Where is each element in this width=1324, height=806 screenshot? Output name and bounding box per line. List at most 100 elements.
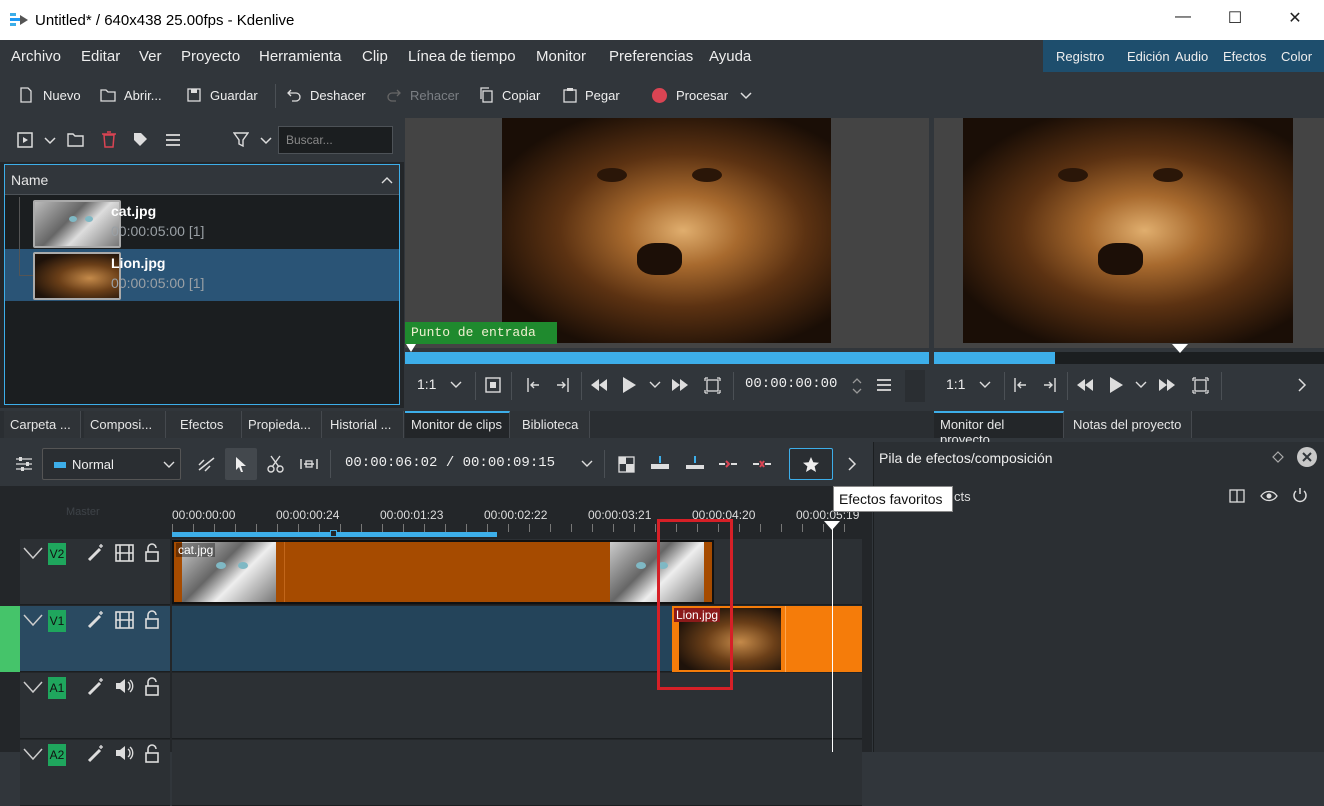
tab-propiedades[interactable]: Propieda...	[242, 411, 322, 438]
zoom-select[interactable]: 1:1	[946, 376, 965, 392]
bin-search-input[interactable]: Buscar...	[278, 126, 393, 154]
chevron-down-icon[interactable]	[259, 133, 273, 147]
deshacer-button[interactable]: Deshacer	[310, 88, 366, 103]
eye-icon[interactable]	[1260, 489, 1278, 503]
track-name[interactable]: V2	[48, 543, 66, 565]
playhead-marker[interactable]	[1172, 344, 1188, 353]
fullscreen-icon[interactable]	[704, 377, 721, 394]
layout-edicion[interactable]: Edición	[1127, 49, 1170, 64]
lock-icon[interactable]	[144, 744, 160, 763]
add-clip-icon[interactable]	[17, 132, 33, 148]
copiar-button[interactable]: Copiar	[502, 88, 540, 103]
favorite-effects-button[interactable]	[789, 448, 833, 480]
bin-item-cat[interactable]: cat.jpg 00:00:05:00 [1]	[5, 197, 399, 249]
minimize-button[interactable]: —	[1163, 8, 1203, 32]
master-header[interactable]: Master	[0, 486, 170, 538]
chevron-down-icon[interactable]	[649, 380, 661, 390]
render-icon[interactable]	[652, 88, 667, 103]
chevron-right-icon[interactable]	[847, 457, 857, 471]
maximize-button[interactable]: ☐	[1215, 8, 1255, 32]
film-icon[interactable]	[115, 544, 134, 562]
clip-timecode[interactable]: 00:00:00:00	[745, 376, 837, 392]
tab-notas-del-proyecto[interactable]: Notas del proyecto	[1064, 411, 1192, 438]
lift-icon[interactable]	[752, 457, 772, 471]
collapse-icon[interactable]	[22, 747, 44, 761]
lock-icon[interactable]	[144, 677, 160, 696]
lock-icon[interactable]	[144, 610, 160, 629]
playhead-marker[interactable]	[824, 521, 840, 530]
effects-wand-icon[interactable]	[86, 610, 106, 630]
procesar-button[interactable]: Procesar	[676, 88, 728, 103]
menu-archivo[interactable]: Archivo	[11, 48, 61, 65]
nuevo-button[interactable]: Nuevo	[43, 88, 81, 103]
speaker-icon[interactable]	[115, 744, 134, 762]
tab-monitor-de-clips[interactable]: Monitor de clips	[405, 411, 510, 438]
play-icon[interactable]	[1108, 376, 1124, 394]
timeline-playhead[interactable]	[832, 526, 833, 752]
float-panel-icon[interactable]	[1272, 451, 1284, 463]
chevron-down-icon[interactable]	[979, 380, 991, 390]
tag-icon[interactable]	[132, 131, 149, 148]
menu-preferencias[interactable]: Preferencias	[609, 48, 693, 65]
menu-icon[interactable]	[876, 378, 892, 392]
guardar-button[interactable]: Guardar	[210, 88, 258, 103]
chevron-right-icon[interactable]	[1297, 378, 1307, 392]
fast-forward-icon[interactable]	[1157, 377, 1177, 393]
zone-handle[interactable]	[330, 530, 337, 537]
menu-editar[interactable]: Editar	[81, 48, 120, 65]
menu-monitor[interactable]: Monitor	[536, 48, 586, 65]
layout-registro[interactable]: Registro	[1056, 49, 1104, 64]
fullscreen-icon[interactable]	[1192, 377, 1209, 394]
project-monitor[interactable]	[934, 118, 1324, 348]
close-button[interactable]: ✕	[1275, 8, 1315, 32]
compare-icon[interactable]	[1229, 488, 1245, 504]
spacer-tool-icon[interactable]	[197, 455, 217, 473]
track-name[interactable]: A1	[48, 677, 66, 699]
track-header-v1[interactable]: V1	[20, 606, 170, 672]
layout-efectos[interactable]: Efectos	[1223, 49, 1266, 64]
reset-icon[interactable]	[1292, 487, 1308, 504]
play-icon[interactable]	[621, 376, 637, 394]
new-file-icon[interactable]	[18, 87, 34, 103]
lock-icon[interactable]	[144, 543, 160, 562]
track-name[interactable]: A2	[48, 744, 66, 766]
razor-tool-icon[interactable]	[267, 455, 284, 473]
menu-proyecto[interactable]: Proyecto	[181, 48, 240, 65]
track-header-v2[interactable]: V2	[20, 539, 170, 605]
undo-icon[interactable]	[286, 87, 302, 103]
rewind-icon[interactable]	[1075, 377, 1095, 393]
extract-icon[interactable]	[718, 457, 738, 471]
chevron-down-icon[interactable]	[1135, 380, 1147, 390]
close-panel-button[interactable]	[1297, 447, 1317, 467]
project-monitor-ruler[interactable]	[934, 344, 1324, 364]
track-v1[interactable]: Lion.jpg	[172, 606, 862, 672]
clip-cat[interactable]: cat.jpg	[172, 540, 714, 604]
chevron-down-icon[interactable]	[738, 87, 754, 103]
select-tool-button[interactable]	[225, 448, 257, 480]
fast-forward-icon[interactable]	[670, 377, 690, 393]
track-settings-icon[interactable]	[15, 456, 33, 472]
speaker-icon[interactable]	[115, 677, 134, 695]
menu-herramienta[interactable]: Herramienta	[259, 48, 342, 65]
track-active-indicator[interactable]	[0, 606, 20, 672]
open-folder-icon[interactable]	[100, 87, 116, 103]
clip-mode-icon[interactable]	[485, 377, 501, 393]
menu-clip[interactable]: Clip	[362, 48, 388, 65]
tab-biblioteca[interactable]: Biblioteca	[510, 411, 590, 438]
chevron-down-icon[interactable]	[581, 459, 593, 469]
set-in-point-icon[interactable]	[525, 377, 541, 393]
track-a2[interactable]	[172, 740, 862, 806]
track-v2[interactable]: cat.jpg	[172, 539, 862, 605]
set-out-point-icon[interactable]	[555, 377, 571, 393]
delete-icon[interactable]	[101, 131, 117, 148]
tab-historial[interactable]: Historial ...	[322, 411, 404, 438]
timeline-position[interactable]: 00:00:06:02 / 00:00:09:15	[345, 455, 555, 471]
rewind-icon[interactable]	[589, 377, 609, 393]
tab-efectos[interactable]: Efectos	[166, 411, 242, 438]
playhead-marker[interactable]	[406, 344, 416, 352]
spin-arrows-icon[interactable]	[852, 376, 862, 396]
save-icon[interactable]	[186, 87, 202, 103]
menu-ayuda[interactable]: Ayuda	[709, 48, 751, 65]
sort-up-icon[interactable]	[381, 176, 393, 184]
track-header-a2[interactable]: A2	[20, 740, 170, 806]
